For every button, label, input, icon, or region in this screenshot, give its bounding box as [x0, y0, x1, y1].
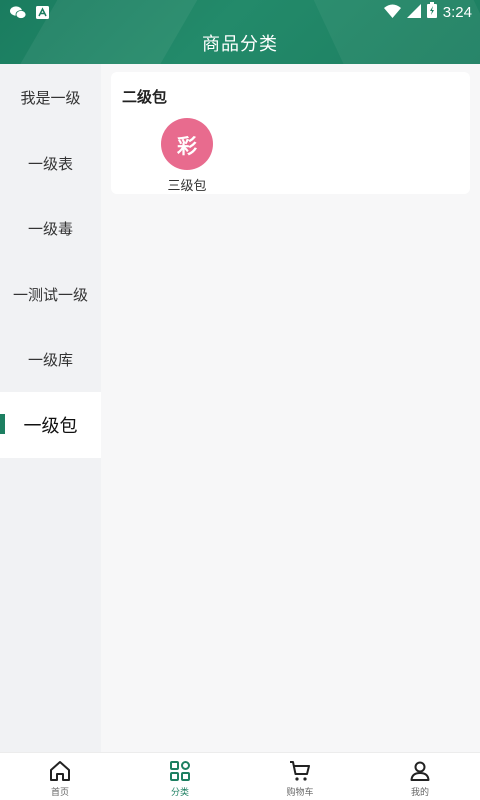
category-content: 二级包 彩 三级包: [101, 64, 480, 752]
category-sidebar: 我是一级 一级表 一级毒 一测试一级 一级库 一级包: [0, 64, 101, 752]
sidebar-item[interactable]: 我是一级: [0, 64, 101, 130]
sidebar-item-label: 一级表: [27, 154, 73, 173]
tab-label: 分类: [170, 788, 189, 798]
tab-category[interactable]: 分类: [120, 753, 240, 800]
sidebar-item-label: 一级毒: [27, 219, 73, 238]
status-bar: 3:24: [0, 0, 480, 24]
sidebar-item-label: 我是一级: [20, 88, 81, 107]
section-title: 二级包: [122, 88, 168, 106]
sidebar-item[interactable]: 一测试一级: [0, 261, 101, 327]
battery-icon: [426, 2, 437, 22]
subcategory-label: 三级包: [167, 179, 207, 194]
sidebar-item-label: 一级包: [23, 416, 78, 437]
tab-label: 购物车: [286, 788, 314, 798]
tab-label: 我的: [410, 788, 429, 798]
user-icon: [408, 759, 432, 783]
wifi-icon: [383, 3, 401, 22]
home-icon: [48, 759, 72, 783]
sidebar-item[interactable]: 一级表: [0, 130, 101, 196]
subcategory-card: 二级包 彩 三级包: [111, 72, 470, 194]
bottom-tab-bar: 首页 分类 购物车 我的: [0, 752, 480, 800]
sidebar-item-label: 一测试一级: [12, 285, 88, 304]
tab-label: 首页: [50, 788, 69, 798]
tab-home[interactable]: 首页: [0, 753, 120, 800]
header-bar: 3:24 商品分类: [0, 0, 480, 64]
page-title: 商品分类: [202, 34, 278, 55]
signal-icon: [406, 3, 421, 22]
category-icon: [168, 759, 192, 783]
sidebar-item-label: 一级库: [27, 350, 73, 369]
active-indicator: [0, 414, 5, 434]
subcategory-thumbnail: 彩: [161, 118, 213, 170]
tab-cart[interactable]: 购物车: [240, 753, 360, 800]
status-time: 3:24: [442, 3, 472, 21]
cart-icon: [288, 759, 312, 783]
subcategory-item[interactable]: 彩 三级包: [152, 118, 222, 194]
sidebar-item[interactable]: 一级毒: [0, 195, 101, 261]
sidebar-item[interactable]: 一级包: [0, 392, 101, 458]
tab-mine[interactable]: 我的: [360, 753, 480, 800]
notification-icon: [36, 4, 49, 23]
sidebar-item[interactable]: 一级库: [0, 326, 101, 392]
wechat-icon: [10, 4, 27, 23]
